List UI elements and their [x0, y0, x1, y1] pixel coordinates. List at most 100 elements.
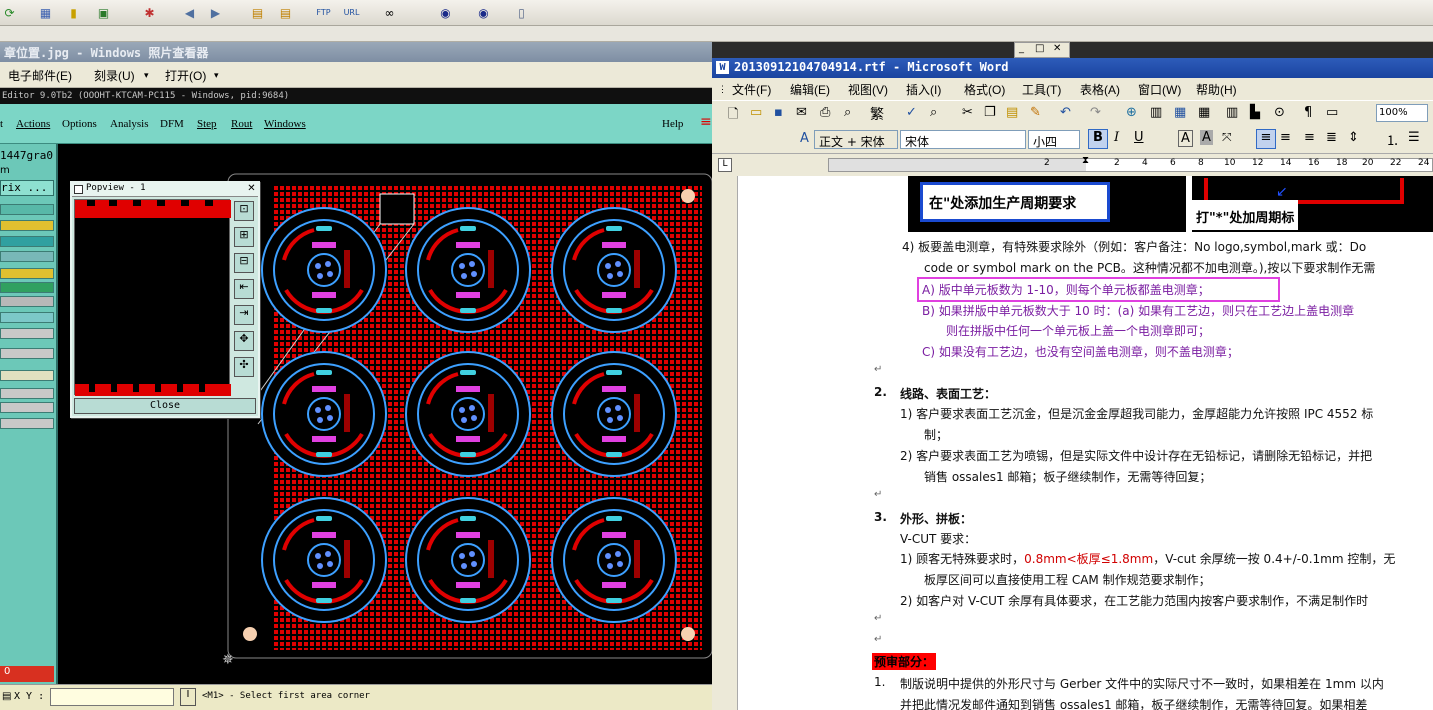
layer-row[interactable]	[0, 388, 54, 399]
layer-row[interactable]	[0, 328, 54, 339]
expand-icon[interactable]: ✥	[234, 331, 254, 351]
cut-icon[interactable]: ✂	[962, 105, 973, 120]
word-menu-edit[interactable]: 编辑(E)	[790, 81, 830, 98]
url-icon[interactable]: URL	[342, 3, 361, 22]
spelling-icon[interactable]: ✓	[906, 105, 917, 120]
underline-button[interactable]: U	[1134, 130, 1144, 145]
insert-excel-icon[interactable]: ▦	[1198, 105, 1210, 120]
pan-right-icon[interactable]: ⇥	[234, 305, 254, 325]
word-menu-view[interactable]: 视图(V)	[848, 81, 888, 98]
matrix-button[interactable]: rix ...	[0, 180, 54, 196]
menu-windows[interactable]: Windows	[264, 118, 306, 130]
undo-icon[interactable]: ↶	[1060, 105, 1071, 120]
redo-icon[interactable]: ↷	[1090, 105, 1101, 120]
menu-file-partial[interactable]: t	[0, 118, 3, 130]
layer-row[interactable]	[0, 251, 54, 262]
copy-icon[interactable]: ❐	[984, 105, 996, 120]
save-icon[interactable]: ▪	[774, 105, 783, 120]
char-shading-icon[interactable]: A	[1200, 130, 1213, 145]
font-select[interactable]: 宋体	[900, 130, 1026, 149]
globe2-icon[interactable]: ◉	[474, 3, 493, 22]
hyperlink-icon[interactable]: ⊕	[1126, 105, 1137, 120]
insert-table-icon[interactable]: ▦	[1174, 105, 1186, 120]
zoom-out-icon[interactable]: ⊟	[234, 253, 254, 273]
menu-analysis[interactable]: Analysis	[110, 118, 149, 130]
print-preview-icon[interactable]: ⌕	[844, 105, 851, 120]
refresh-icon[interactable]: ⟳	[0, 3, 19, 22]
layer-row[interactable]	[0, 268, 54, 279]
close-icon[interactable]: ✕	[246, 184, 257, 195]
distributed-button[interactable]: ≣	[1326, 130, 1337, 145]
align-right-button[interactable]: ≡	[1304, 130, 1315, 145]
menu-rout[interactable]: Rout	[231, 118, 252, 130]
reading-icon[interactable]: ▭	[1326, 105, 1338, 120]
image-icon[interactable]: ▣	[94, 3, 113, 22]
styles-icon[interactable]: A	[800, 131, 809, 146]
open-dropdown-icon[interactable]: ▾	[214, 70, 219, 81]
menu-open[interactable]: 打开(O)	[165, 67, 206, 84]
numbering-icon[interactable]: ⒈	[1386, 130, 1399, 149]
format-painter-icon[interactable]: ✎	[1030, 105, 1041, 120]
layer-row[interactable]	[0, 418, 54, 429]
bullets-icon[interactable]: ☰	[1408, 130, 1420, 145]
layer-row[interactable]	[0, 220, 54, 231]
layer-row[interactable]	[0, 402, 54, 413]
grid-toggle-icon[interactable]: ▤	[2, 691, 11, 702]
layer-row[interactable]	[0, 348, 54, 359]
center-button[interactable]: ≡	[1280, 130, 1291, 145]
style-select[interactable]: 正文 + 宋体	[814, 130, 898, 149]
globe-icon[interactable]: ◉	[436, 3, 455, 22]
horizontal-ruler[interactable]: L 2 2 4 6 8 10 12 14 16 18 20 22 24 ⧗	[712, 154, 1433, 176]
burn-dropdown-icon[interactable]: ▾	[144, 70, 149, 81]
char-border-icon[interactable]: A	[1178, 130, 1193, 147]
word-menu-format[interactable]: 格式(O)	[964, 81, 1005, 98]
zoom-fit-icon[interactable]: ⊡	[234, 201, 254, 221]
pan-left-icon[interactable]: ⇤	[234, 279, 254, 299]
wand-icon[interactable]: ✱	[140, 3, 159, 22]
menu-step[interactable]: Step	[197, 118, 217, 130]
zoom-select[interactable]: 100%	[1376, 104, 1428, 122]
research-icon[interactable]: 繁	[870, 104, 884, 124]
word-menu-table[interactable]: 表格(A)	[1080, 81, 1120, 98]
menu-help[interactable]: Help	[662, 118, 683, 130]
word-menu-insert[interactable]: 插入(I)	[906, 81, 941, 98]
indent-marker-icon[interactable]: ⧗	[1082, 155, 1089, 166]
popview-menu-icon[interactable]	[74, 185, 83, 194]
char-scale-icon[interactable]: ⤧	[1222, 130, 1232, 145]
menu-options[interactable]: Options	[62, 118, 97, 130]
maximize-icon[interactable]: □	[1035, 43, 1044, 54]
tab-selector-icon[interactable]: L	[718, 158, 732, 172]
layer-row[interactable]	[0, 204, 54, 215]
package2-icon[interactable]: ▤	[276, 3, 295, 22]
word-menu-file[interactable]: 文件(F)	[732, 81, 771, 98]
open-icon[interactable]: ▭	[750, 105, 762, 120]
justify-button[interactable]: ≡	[1256, 129, 1276, 149]
bold-button[interactable]: B	[1088, 129, 1108, 149]
grid-icon[interactable]: ▦	[36, 3, 55, 22]
new-doc-icon[interactable]: 🗋	[728, 105, 738, 127]
menu-burn[interactable]: 刻录(U)	[94, 67, 135, 84]
columns-icon[interactable]: ▥	[1226, 105, 1238, 120]
italic-button[interactable]: I	[1114, 130, 1119, 145]
word-menu-window[interactable]: 窗口(W)	[1138, 81, 1181, 98]
layer-row[interactable]	[0, 370, 54, 381]
show-hide-icon[interactable]: ¶	[1304, 105, 1312, 120]
menu-dfm[interactable]: DFM	[160, 118, 184, 130]
tables-borders-icon[interactable]: ▥	[1150, 105, 1162, 120]
paste-icon[interactable]: ▤	[1006, 105, 1018, 120]
forward-arrow-icon[interactable]: ▶	[206, 3, 225, 22]
minimize-icon[interactable]: _	[1019, 43, 1024, 54]
print-icon[interactable]: ⎙	[820, 105, 830, 120]
xy-input[interactable]	[50, 688, 174, 706]
move-icon[interactable]: ✣	[234, 357, 254, 377]
research2-icon[interactable]: ⌕	[930, 105, 937, 120]
layer-row[interactable]	[0, 236, 54, 247]
document-map-icon[interactable]: ⊙	[1274, 105, 1285, 120]
traffic-light-icon[interactable]: ▮	[64, 3, 83, 22]
back-arrow-icon[interactable]: ◀	[180, 3, 199, 22]
menu-email[interactable]: 电子邮件(E)	[8, 67, 72, 84]
document-page[interactable]	[712, 176, 1433, 710]
popview-close-button[interactable]: Close	[74, 398, 256, 414]
menu-actions[interactable]: Actions	[16, 118, 50, 130]
close-window-icon[interactable]: ✕	[1053, 43, 1061, 54]
